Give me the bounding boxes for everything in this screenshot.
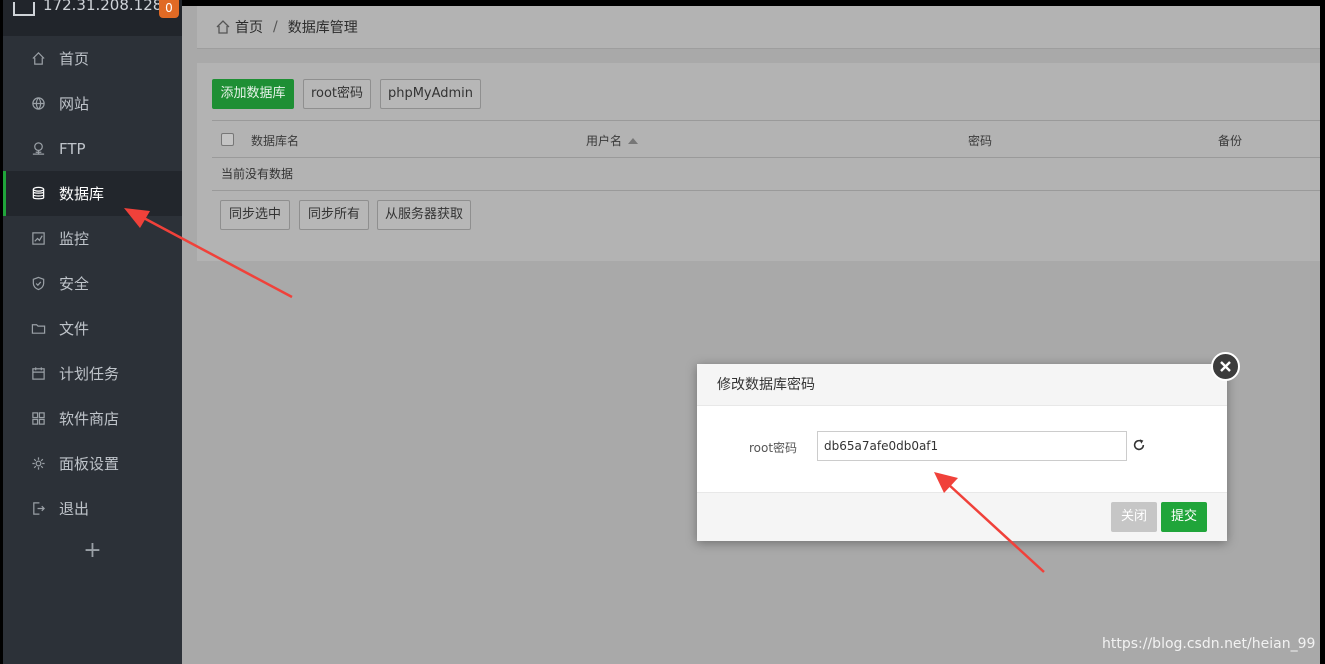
sidebar-item-label: 网站 bbox=[59, 95, 90, 113]
sidebar-item-website[interactable]: 网站 bbox=[3, 81, 182, 126]
database-panel: 添加数据库 root密码 phpMyAdmin 数据库名 用户名 密码 备份 当… bbox=[197, 63, 1325, 261]
sidebar: 172.31.208.128 0 首页 网站 FTP 数据库 监控 安全 文件 … bbox=[3, 0, 182, 664]
empty-table-message: 当前没有数据 bbox=[212, 158, 1325, 191]
dialog-close-button[interactable] bbox=[1211, 352, 1240, 381]
sidebar-item-files[interactable]: 文件 bbox=[3, 306, 182, 351]
sidebar-item-label: 首页 bbox=[59, 50, 90, 68]
home-icon bbox=[216, 20, 230, 34]
column-header-username[interactable]: 用户名 bbox=[586, 132, 639, 149]
sidebar-item-ftp[interactable]: FTP bbox=[3, 126, 182, 171]
breadcrumb-separator: / bbox=[273, 19, 278, 35]
submit-button[interactable]: 提交 bbox=[1161, 502, 1207, 532]
sort-up-icon bbox=[628, 138, 639, 144]
sync-selected-button[interactable]: 同步选中 bbox=[220, 200, 290, 230]
globe-icon bbox=[30, 96, 46, 112]
sidebar-item-monitor[interactable]: 监控 bbox=[3, 216, 182, 261]
sidebar-item-label: 数据库 bbox=[59, 185, 105, 203]
breadcrumb: 首页 / 数据库管理 bbox=[197, 6, 1325, 49]
sidebar-item-label: 安全 bbox=[59, 275, 90, 293]
sidebar-item-label: 监控 bbox=[59, 230, 90, 248]
fetch-from-server-button[interactable]: 从服务器获取 bbox=[377, 200, 471, 230]
sidebar-item-label: 退出 bbox=[59, 500, 90, 518]
dialog-footer: 关闭 提交 bbox=[697, 492, 1227, 541]
add-shortcut-button[interactable]: + bbox=[3, 531, 182, 571]
database-icon bbox=[30, 186, 46, 202]
sidebar-item-cron[interactable]: 计划任务 bbox=[3, 351, 182, 396]
column-header-password: 密码 bbox=[968, 134, 993, 148]
sidebar-header: 172.31.208.128 0 bbox=[3, 0, 182, 36]
change-password-dialog: 修改数据库密码 root密码 关闭 提交 bbox=[697, 364, 1227, 541]
watermark-text: https://blog.csdn.net/heian_99 bbox=[1102, 636, 1316, 652]
add-database-button[interactable]: 添加数据库 bbox=[212, 79, 294, 109]
sidebar-item-label: FTP bbox=[59, 139, 86, 158]
home-icon bbox=[30, 51, 46, 67]
gear-icon bbox=[30, 456, 46, 472]
sidebar-item-label: 面板设置 bbox=[59, 455, 120, 473]
dialog-body: root密码 bbox=[697, 406, 1227, 492]
close-icon bbox=[1220, 361, 1231, 372]
dialog-title: 修改数据库密码 bbox=[697, 364, 1227, 406]
folder-icon bbox=[30, 321, 46, 337]
sidebar-item-store[interactable]: 软件商店 bbox=[3, 396, 182, 441]
ftp-icon bbox=[30, 141, 46, 157]
sidebar-menu: 首页 网站 FTP 数据库 监控 安全 文件 计划任务 软件商店 面板设置 退出 bbox=[3, 36, 182, 531]
notification-badge[interactable]: 0 bbox=[159, 0, 179, 18]
sidebar-item-home[interactable]: 首页 bbox=[3, 36, 182, 81]
root-password-label: root密码 bbox=[749, 441, 798, 455]
server-ip: 172.31.208.128 bbox=[43, 0, 163, 14]
breadcrumb-home[interactable]: 首页 bbox=[235, 17, 263, 37]
root-password-input[interactable] bbox=[817, 431, 1127, 461]
right-edge bbox=[1320, 0, 1325, 664]
left-edge bbox=[0, 0, 3, 664]
sidebar-item-label: 计划任务 bbox=[59, 365, 120, 383]
sync-all-button[interactable]: 同步所有 bbox=[299, 200, 369, 230]
column-header-dbname[interactable]: 数据库名 bbox=[251, 132, 299, 149]
calendar-icon bbox=[30, 366, 46, 382]
sidebar-item-logout[interactable]: 退出 bbox=[3, 486, 182, 531]
sidebar-item-security[interactable]: 安全 bbox=[3, 261, 182, 306]
refresh-icon[interactable] bbox=[1132, 438, 1146, 452]
close-button[interactable]: 关闭 bbox=[1111, 502, 1157, 532]
column-header-backup: 备份 bbox=[1218, 134, 1243, 148]
sidebar-item-settings[interactable]: 面板设置 bbox=[3, 441, 182, 486]
phpmyadmin-button[interactable]: phpMyAdmin bbox=[380, 79, 481, 109]
main-content: 首页 / 数据库管理 添加数据库 root密码 phpMyAdmin 数据库名 … bbox=[182, 0, 1325, 664]
sidebar-item-label: 文件 bbox=[59, 320, 90, 338]
select-all-checkbox[interactable] bbox=[221, 133, 234, 146]
monitor-icon bbox=[30, 231, 46, 247]
server-icon bbox=[13, 2, 35, 16]
table-header: 数据库名 用户名 密码 备份 bbox=[212, 120, 1325, 158]
breadcrumb-current: 数据库管理 bbox=[287, 20, 358, 36]
root-password-button[interactable]: root密码 bbox=[303, 79, 371, 109]
shield-icon bbox=[30, 276, 46, 292]
column-header-label: 用户名 bbox=[586, 134, 623, 148]
sidebar-item-database[interactable]: 数据库 bbox=[3, 171, 182, 216]
grid-icon bbox=[30, 411, 46, 427]
sidebar-item-label: 软件商店 bbox=[59, 410, 120, 428]
logout-icon bbox=[30, 501, 46, 517]
